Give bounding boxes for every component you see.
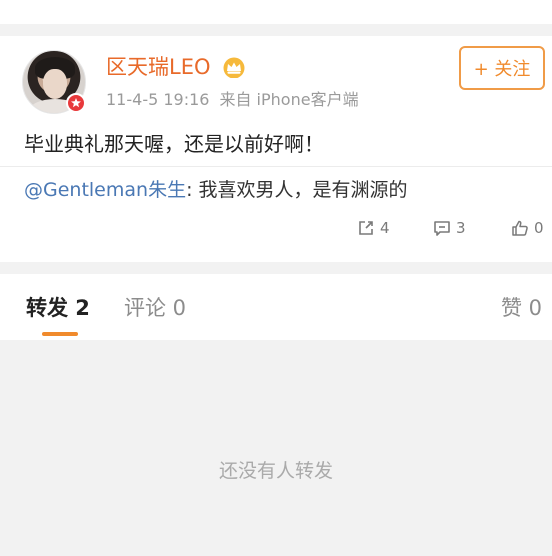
tab-reposts[interactable]: 转发 2 <box>26 294 90 322</box>
interaction-tabs: 转发 2 评论 0 赞 0 <box>0 274 552 340</box>
like-count: 0 <box>534 219 544 237</box>
post-card: 区天瑞LEO 11-4-5 19:16 来自 iPhone客户端 + 关注 毕业典… <box>0 36 552 262</box>
section-gap <box>0 262 552 274</box>
comment-count: 3 <box>456 219 466 237</box>
divider <box>0 166 552 167</box>
follow-button[interactable]: + 关注 <box>459 46 545 90</box>
section-gap <box>0 24 552 36</box>
tab-likes[interactable]: 赞 0 <box>501 294 542 322</box>
active-tab-indicator <box>42 332 78 336</box>
follow-label: + 关注 <box>473 59 531 80</box>
avatar-face <box>43 69 67 99</box>
mention-link[interactable]: @Gentleman朱生 <box>24 179 186 201</box>
crown-icon <box>223 57 245 78</box>
like-action[interactable]: 0 <box>511 218 544 238</box>
verified-badge-icon <box>66 93 86 113</box>
post-time: 11-4-5 19:16 <box>106 90 210 109</box>
share-count: 4 <box>380 219 390 237</box>
like-icon <box>512 220 528 236</box>
share-icon <box>359 221 373 235</box>
comment-action[interactable]: 3 <box>433 218 466 238</box>
post-meta: 11-4-5 19:16 来自 iPhone客户端 <box>106 90 359 110</box>
repost-list-empty: 还没有人转发 <box>0 340 552 556</box>
comment-icon <box>434 221 450 236</box>
tab-comments[interactable]: 评论 0 <box>124 294 186 322</box>
author-name[interactable]: 区天瑞LEO <box>106 54 211 80</box>
repost-text: : 我喜欢男人，是有渊源的 <box>186 179 408 201</box>
post-source: 来自 iPhone客户端 <box>219 90 359 109</box>
share-action[interactable]: 4 <box>357 218 390 238</box>
reposted-content[interactable]: @Gentleman朱生: 我喜欢男人，是有渊源的 <box>24 177 408 203</box>
post-text: 毕业典礼那天喔，还是以前好啊！ <box>24 132 324 156</box>
empty-message: 还没有人转发 <box>218 460 333 482</box>
previous-post-strip <box>0 0 552 24</box>
